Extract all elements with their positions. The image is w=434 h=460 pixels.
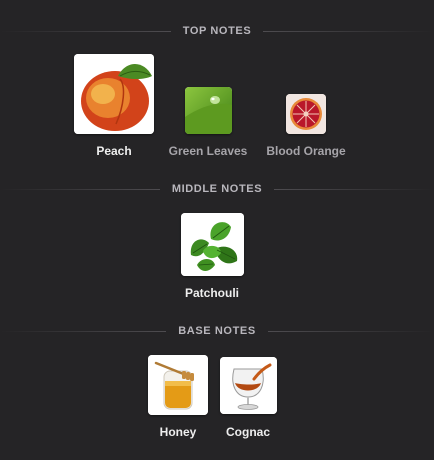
patchouli-icon [181,213,244,276]
note-label: Green Leaves [168,144,248,158]
note-label: Peach [96,144,132,158]
fragrance-pyramid: TOP NOTES Peach Green Leaves Blood Orang… [0,0,434,460]
cognac-icon [220,357,277,414]
note-cognac[interactable]: Cognac [220,357,277,439]
section-title: MIDDLE NOTES [171,183,263,195]
peach-icon [74,54,154,134]
middle-notes-header: MIDDLE NOTES [0,182,434,196]
top-notes-header: TOP NOTES [0,24,434,38]
honey-icon [148,355,208,415]
note-green-leaves[interactable]: Green Leaves [169,87,247,158]
note-label: Honey [159,425,197,439]
note-label: Blood Orange [266,144,346,158]
green-leaves-icon [185,87,232,134]
note-peach[interactable]: Peach [74,54,154,158]
base-notes-header: BASE NOTES [0,324,434,338]
divider [267,330,434,332]
section-title: BASE NOTES [178,325,256,337]
divider [0,188,160,190]
divider [274,188,434,190]
divider [0,330,167,332]
section-title: TOP NOTES [182,25,252,37]
blood-orange-icon [286,94,326,134]
note-label: Patchouli [184,286,240,300]
divider [0,30,171,32]
note-blood-orange[interactable]: Blood Orange [266,94,346,158]
note-label: Cognac [225,425,271,439]
note-patchouli[interactable]: Patchouli [181,213,244,300]
divider [263,30,434,32]
note-honey[interactable]: Honey [148,355,208,439]
